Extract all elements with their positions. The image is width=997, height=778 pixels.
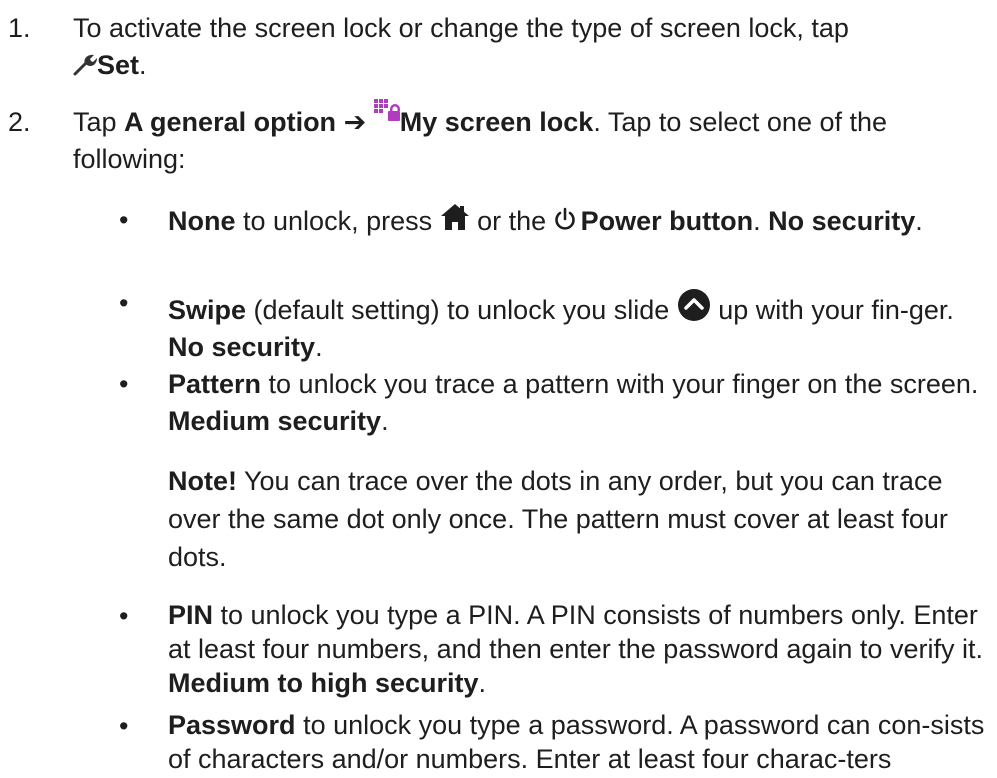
security-level: Medium security xyxy=(168,406,382,436)
option-pin-text: PIN to unlock you type a PIN. A PIN cons… xyxy=(168,598,990,700)
option-desc-2: or the xyxy=(469,206,554,236)
option-name: Pattern xyxy=(168,369,262,399)
note-label: Note! xyxy=(168,466,237,496)
option-name: Password xyxy=(168,710,296,740)
option-desc-3: . xyxy=(753,206,769,236)
option-desc: to unlock you type a PIN. A PIN consists… xyxy=(168,600,983,664)
option-desc-2: up with your fin-ger. xyxy=(710,295,954,325)
option-password: • Password to unlock you type a password… xyxy=(0,708,997,778)
option-desc: to unlock you trace a pattern with your … xyxy=(261,369,979,399)
security-level: Medium to high security xyxy=(168,668,479,698)
period: . xyxy=(915,206,923,236)
period: . xyxy=(478,668,487,698)
swipe-up-icon xyxy=(677,288,711,322)
option-swipe-text: Swipe (default setting) to unlock you sl… xyxy=(168,285,990,366)
step-2-text: Tap A general option ➔ My screen lock. T… xyxy=(73,99,973,178)
step-2: 2. Tap A general option ➔ My screen lock… xyxy=(0,99,997,184)
option-name: Swipe xyxy=(168,295,247,325)
step-1-text: To activate the screen lock or change th… xyxy=(73,10,973,84)
wrench-icon xyxy=(73,52,97,76)
step-number: 1. xyxy=(8,13,31,43)
power-button-label: Power button xyxy=(580,206,754,236)
option-pattern: • Pattern to unlock you trace a pattern … xyxy=(0,366,997,446)
my-screen-lock-label: My screen lock xyxy=(399,107,594,137)
bullet: • xyxy=(119,288,129,318)
option-name: None xyxy=(168,206,236,236)
bullet: • xyxy=(119,711,129,741)
option-none-text: None to unlock, press or the Power butto… xyxy=(168,202,990,240)
option-none: • None to unlock, press or the Power but… xyxy=(0,202,997,242)
note-body: You can trace over the dots in any order… xyxy=(168,466,948,572)
screen-lock-icon xyxy=(373,99,400,125)
bullet: • xyxy=(119,601,129,631)
home-icon xyxy=(440,203,470,231)
instructions-page: 1. To activate the screen lock or change… xyxy=(0,0,997,778)
option-pattern-text: Pattern to unlock you trace a pattern wi… xyxy=(168,366,990,440)
step-2-lead: Tap xyxy=(73,107,125,137)
option-name: PIN xyxy=(168,600,214,630)
option-password-text: Password to unlock you type a password. … xyxy=(168,708,990,778)
security-level: No security xyxy=(768,206,916,236)
power-icon xyxy=(554,207,576,231)
bullet: • xyxy=(119,205,129,235)
step-number: 2. xyxy=(8,107,31,137)
bullet: • xyxy=(119,369,129,399)
period: . xyxy=(315,332,323,362)
step-1-end: . xyxy=(139,50,147,80)
general-option-label: A general option xyxy=(124,107,337,137)
set-label: Set xyxy=(97,50,140,80)
option-desc: to unlock, press xyxy=(235,206,440,236)
pattern-note: Note! You can trace over the dots in any… xyxy=(0,462,997,582)
arrow-symbol: ➔ xyxy=(336,107,374,137)
option-desc: (default setting) to unlock you slide xyxy=(246,295,677,325)
note-text: Note! You can trace over the dots in any… xyxy=(168,462,948,576)
option-pin: • PIN to unlock you type a PIN. A PIN co… xyxy=(0,598,997,708)
step-1: 1. To activate the screen lock or change… xyxy=(0,10,997,90)
period: . xyxy=(381,406,389,436)
security-level: No security xyxy=(168,332,316,362)
step-1-lead: To activate the screen lock or change th… xyxy=(73,13,849,43)
option-swipe: • Swipe (default setting) to unlock you … xyxy=(0,285,997,365)
